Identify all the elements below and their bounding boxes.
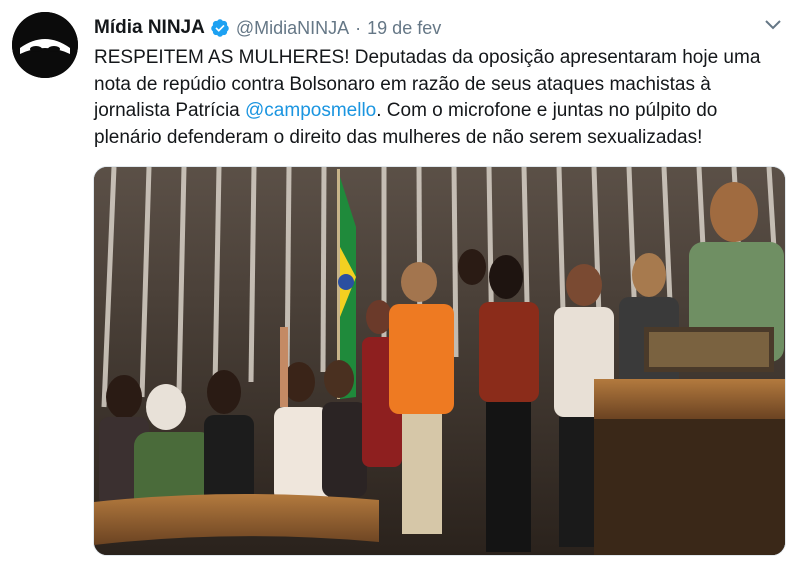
avatar[interactable] bbox=[12, 12, 78, 78]
handle[interactable]: @MidiaNINJA bbox=[236, 18, 349, 39]
display-name[interactable]: Mídia NINJA bbox=[94, 17, 205, 39]
chevron-down-icon[interactable] bbox=[763, 14, 783, 34]
tweet-header: Mídia NINJA @MidiaNINJA · 19 de fev bbox=[94, 14, 441, 42]
tweet-text: RESPEITEM AS MULHERES! Deputadas da opos… bbox=[94, 45, 784, 151]
tweet-date[interactable]: 19 de fev bbox=[367, 18, 441, 39]
separator-dot: · bbox=[355, 17, 362, 38]
mention-link[interactable]: @camposmello bbox=[245, 100, 376, 121]
photo-plenary-women-deputies bbox=[94, 167, 785, 555]
tweet-photo[interactable] bbox=[93, 166, 786, 556]
verified-badge-icon bbox=[211, 19, 229, 37]
ninja-mask-icon bbox=[12, 12, 78, 78]
